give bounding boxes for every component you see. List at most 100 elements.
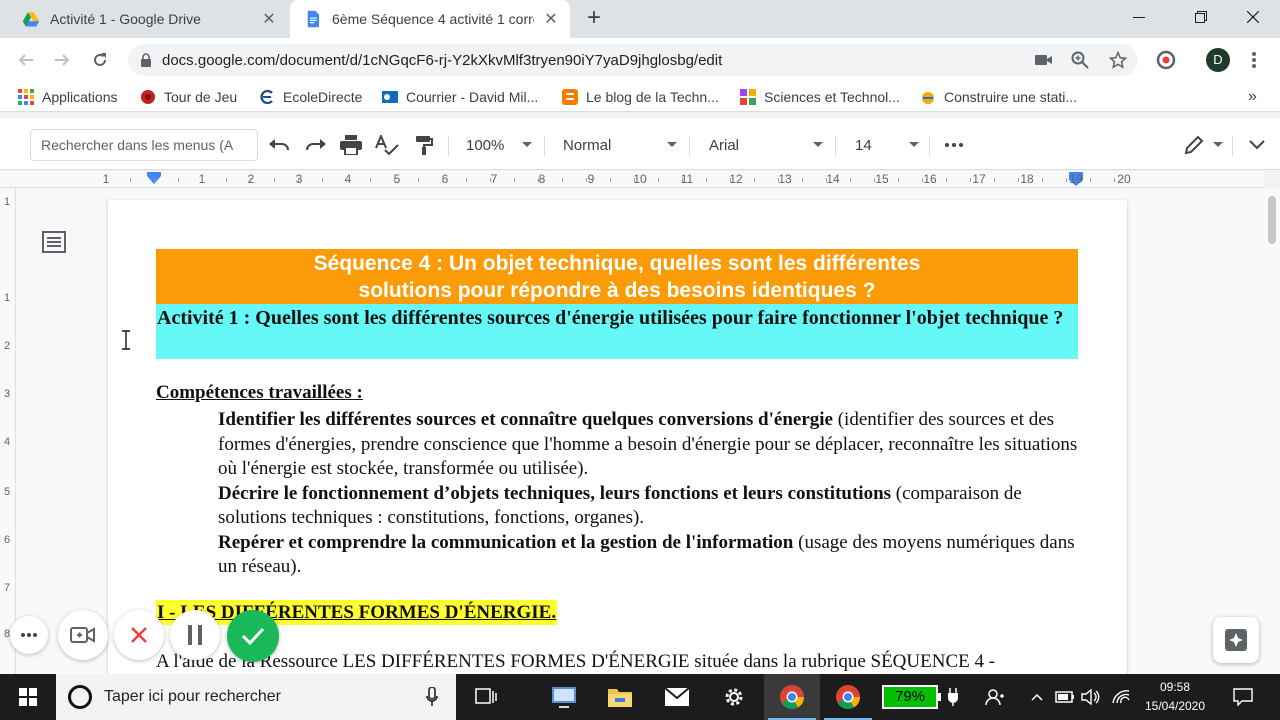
clock-time: 09:58 [1159, 680, 1191, 694]
system-clock[interactable]: 09:58 15/04/2020 [1138, 678, 1212, 716]
scrollbar-thumb[interactable] [1268, 196, 1276, 244]
zoom-select[interactable]: 100% [466, 134, 532, 156]
collapse-chevron-icon[interactable] [1244, 132, 1270, 158]
people-icon[interactable] [984, 687, 1006, 707]
back-arrow-icon[interactable] [12, 46, 40, 74]
zoom-icon[interactable] [1066, 46, 1094, 74]
cancel-recording-button[interactable] [114, 610, 164, 660]
address-bar[interactable]: docs.google.com/document/d/1cNGqcF6-rj-Y… [128, 44, 1138, 76]
chrome-icon[interactable] [764, 674, 820, 720]
body-paragraph: A l'aide de la Ressource LES DIFFÉRENTES… [156, 651, 996, 672]
explore-sparkle-icon [1225, 629, 1247, 651]
microphone-icon[interactable] [426, 687, 438, 707]
font-family-select[interactable]: Arial [709, 134, 823, 156]
wifi-icon[interactable] [1110, 687, 1132, 707]
close-tab-icon[interactable]: ✕ [542, 10, 560, 28]
ruler-number: 1 [4, 292, 11, 304]
competence-bold: Identifier les différentes sources et co… [218, 409, 833, 430]
extension-icon[interactable] [1152, 46, 1180, 74]
more-options-icon[interactable] [941, 132, 967, 158]
windows-start-icon[interactable] [0, 674, 56, 720]
battery-indicator[interactable]: 79% [882, 685, 941, 709]
font-size-select[interactable]: 14 [855, 134, 919, 156]
taskbar-search-box[interactable]: Taper ici pour rechercher [56, 674, 456, 720]
browser-toolbar: docs.google.com/document/d/1cNGqcF6-rj-Y… [0, 38, 1280, 82]
chevron-down-icon [813, 142, 823, 147]
bookmark-tour-de-jeu[interactable]: Tour de Jeu [140, 87, 237, 107]
site-icon [922, 92, 934, 104]
ruler-tick [1114, 178, 1115, 182]
ruler-tick [610, 178, 611, 182]
finish-recording-button[interactable] [227, 610, 279, 662]
mail-icon[interactable] [649, 674, 705, 720]
competence-item: Décrire le fonctionnement d’objets techn… [218, 482, 1078, 531]
power-plug-icon[interactable] [942, 687, 964, 707]
chevron-up-icon[interactable] [1026, 687, 1048, 707]
ruler-number: 9 [587, 172, 595, 186]
document-outline-icon[interactable] [42, 230, 66, 254]
chevron-down-icon [667, 142, 677, 147]
bookmark-label: Applications [42, 89, 118, 105]
task-view-icon[interactable] [458, 674, 514, 720]
paint-format-icon[interactable] [411, 132, 437, 158]
undo-icon[interactable] [266, 132, 292, 158]
ruler-tick [586, 178, 587, 182]
ruler-tick [946, 178, 947, 182]
explore-button[interactable] [1213, 617, 1259, 663]
bookmark-applications[interactable]: Applications [18, 87, 118, 107]
bookmark-ecoledirecte[interactable]: EcoleDirecte [259, 87, 362, 107]
ruler-number: 5 [4, 486, 11, 498]
toggle-webcam-button[interactable] [58, 610, 108, 660]
print-icon[interactable] [338, 132, 364, 158]
paragraph-style-select[interactable]: Normal [563, 134, 677, 156]
restore-icon[interactable] [1178, 4, 1224, 30]
competence-item: Repérer et comprendre la communication e… [218, 531, 1078, 580]
spellcheck-icon[interactable] [374, 132, 400, 158]
close-window-icon[interactable] [1230, 4, 1276, 30]
file-explorer-icon[interactable] [592, 674, 648, 720]
volume-icon[interactable] [1080, 687, 1102, 707]
windows-taskbar: Taper ici pour rechercher 79% 09:58 15/0… [0, 674, 1280, 720]
bookmarks-overflow-icon[interactable]: » [1248, 87, 1257, 107]
tab-google-docs[interactable]: 6ème Séquence 4 activité 1 corre ✕ [290, 0, 570, 38]
reload-icon[interactable] [86, 46, 114, 74]
minimize-icon[interactable] [1116, 4, 1162, 30]
bookmark-sciences[interactable]: Sciences et Technol... [740, 87, 900, 107]
ruler-number: 7 [4, 582, 11, 594]
bookmark-construire[interactable]: Construire une stati... [920, 87, 1077, 107]
tab-google-drive[interactable]: Activité 1 - Google Drive ✕ [8, 0, 288, 38]
new-tab-icon[interactable]: + [582, 6, 606, 31]
vertical-scrollbar[interactable] [1264, 188, 1280, 674]
forward-arrow-icon[interactable] [48, 46, 76, 74]
bookmark-courrier[interactable]: Courrier - David Mil... [382, 87, 538, 107]
battery-tray-icon[interactable] [1054, 687, 1076, 707]
pause-recording-button[interactable] [170, 610, 220, 660]
horizontal-ruler[interactable]: 11234567891011121314151617181920 [0, 171, 1264, 188]
chrome-icon[interactable] [820, 674, 876, 720]
redo-icon[interactable] [303, 132, 329, 158]
ruler-tick [298, 178, 299, 182]
settings-gear-icon[interactable] [706, 674, 762, 720]
camera-icon[interactable] [1030, 46, 1058, 74]
ecoledirecte-icon [260, 89, 273, 105]
ruler-tick [130, 178, 131, 182]
remote-desktop-icon[interactable] [536, 674, 592, 720]
notifications-icon[interactable] [1232, 687, 1254, 707]
edit-mode-pencil-icon[interactable] [1181, 132, 1207, 158]
recorder-more-button[interactable] [10, 616, 48, 654]
kebab-menu-icon[interactable] [1240, 46, 1268, 74]
document-page[interactable]: Séquence 4 : Un objet technique, quelles… [108, 200, 1127, 674]
ruler-number: 3 [295, 172, 303, 186]
ruler-tick [202, 178, 203, 182]
close-tab-icon[interactable]: ✕ [260, 10, 278, 28]
sequence-header: Séquence 4 : Un objet technique, quelles… [156, 249, 1078, 304]
toolbar-divider [929, 136, 930, 156]
bookmark-blog[interactable]: Le blog de la Techn... [562, 87, 719, 107]
ruler-tick [778, 178, 779, 182]
ruler-tick [922, 178, 923, 182]
bookmark-star-icon[interactable] [1104, 46, 1132, 74]
profile-avatar[interactable]: D [1206, 48, 1230, 72]
edit-mode-dropdown[interactable] [1207, 134, 1223, 156]
ruler-number: 18 [1020, 172, 1034, 186]
menu-search-input[interactable]: Rechercher dans les menus (A [30, 129, 258, 161]
